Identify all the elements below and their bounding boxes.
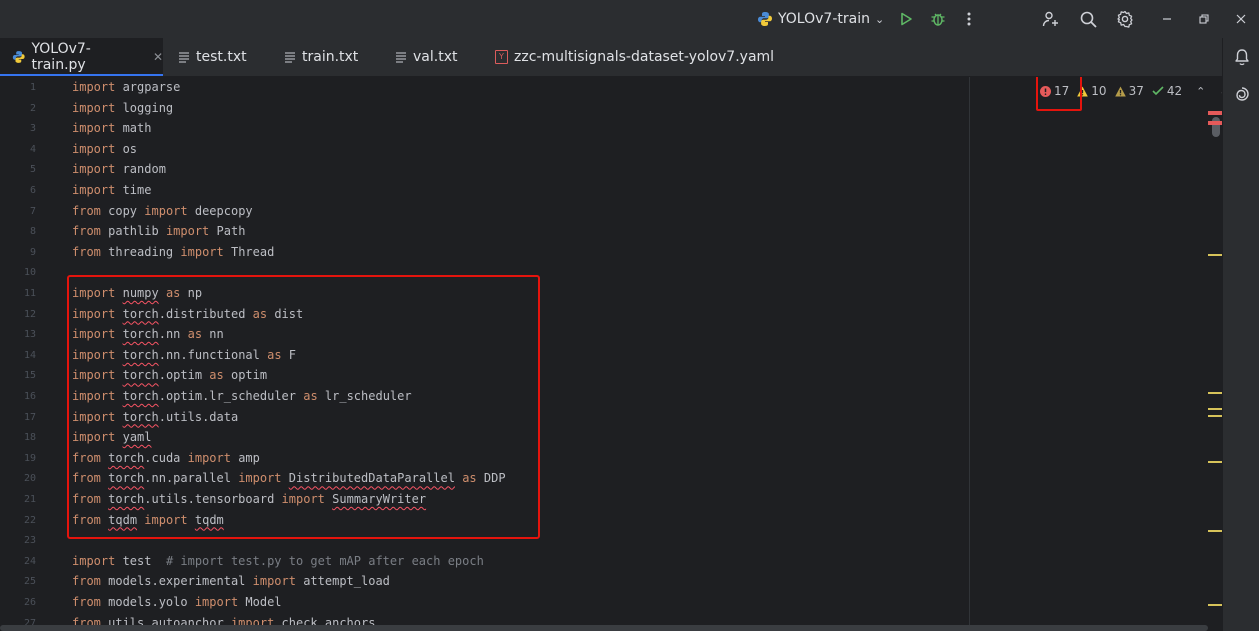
horizontal-scrollbar[interactable]: [0, 625, 1208, 631]
chevron-up-icon[interactable]: ⌃: [1196, 85, 1205, 98]
errors-annotation-box: [1036, 77, 1082, 111]
yaml-file-icon: Y: [495, 50, 508, 64]
search-icon[interactable]: [1078, 9, 1098, 29]
tab-test-txt[interactable]: test.txt: [178, 38, 247, 76]
weak-warning-icon: [1114, 86, 1126, 96]
debug-icon[interactable]: [928, 9, 948, 29]
warning-stripe-mark[interactable]: [1208, 530, 1222, 532]
line-number: 20: [23, 473, 36, 485]
text-file-icon: [179, 52, 189, 63]
chevron-down-icon[interactable]: ⌄: [1219, 85, 1222, 98]
line-number: 7: [29, 205, 36, 217]
line-number: 21: [23, 494, 36, 505]
run-config-selector[interactable]: YOLOv7-train ⌄: [757, 8, 884, 30]
right-tool-strip: [1222, 38, 1259, 631]
warning-stripe-mark[interactable]: [1208, 604, 1222, 606]
line-number: 12: [23, 308, 36, 320]
warnings-count-label: 10: [1091, 84, 1107, 98]
gear-icon[interactable]: [1115, 9, 1135, 29]
tab-label: YOLOv7-train.py: [31, 41, 91, 73]
line-number: 18: [23, 432, 36, 444]
more-options-icon[interactable]: [959, 9, 979, 29]
line-number: 26: [23, 597, 36, 608]
code-line[interactable]: from pathlib import Path: [72, 221, 245, 241]
close-tab-icon[interactable]: ✕: [153, 50, 163, 64]
code-line[interactable]: import argparse: [72, 77, 180, 97]
line-number: 3: [29, 123, 36, 135]
typos-count[interactable]: 42: [1152, 84, 1182, 98]
text-file-icon: [285, 52, 295, 63]
line-number: 9: [29, 246, 36, 258]
editor-tab-bar: YOLOv7-train.py ✕ test.txt train.txt val…: [0, 38, 1222, 77]
right-margin-guide: [969, 77, 970, 631]
python-icon: [12, 51, 25, 63]
minimize-icon[interactable]: [1157, 9, 1177, 29]
vertical-scrollbar-thumb[interactable]: [1212, 117, 1220, 137]
code-line[interactable]: import os: [72, 139, 137, 159]
tab-label: val.txt: [413, 49, 458, 65]
line-number: 8: [29, 226, 36, 238]
line-number: 4: [29, 143, 36, 155]
error-stripe-mark[interactable]: [1208, 121, 1222, 125]
line-number: 22: [23, 514, 36, 526]
warning-stripe-mark[interactable]: [1208, 408, 1222, 410]
line-number: 25: [23, 576, 36, 588]
add-user-icon[interactable]: [1041, 9, 1061, 29]
tab-yaml-file[interactable]: Y zzc-multisignals-dataset-yolov7.yaml: [495, 38, 774, 76]
warning-stripe-mark[interactable]: [1208, 461, 1222, 463]
title-bar: YOLOv7-train ⌄: [0, 0, 1259, 38]
weak-warnings-count-label: 37: [1128, 84, 1144, 98]
notifications-bell-icon[interactable]: [1233, 48, 1251, 66]
code-line[interactable]: from copy import deepcopy: [72, 201, 253, 221]
line-number: 1: [29, 82, 36, 93]
run-config-label: YOLOv7-train: [778, 11, 870, 27]
warning-stripe-mark[interactable]: [1208, 392, 1222, 394]
tab-val-txt[interactable]: val.txt: [395, 38, 457, 76]
tab-label: zzc-multisignals-dataset-yolov7.yaml: [514, 49, 775, 65]
code-line[interactable]: from models.experimental import attempt_…: [72, 571, 390, 591]
close-window-icon[interactable]: [1231, 9, 1251, 29]
line-number: 23: [23, 535, 36, 547]
code-line[interactable]: import logging: [72, 98, 173, 118]
tab-label: test.txt: [196, 49, 247, 65]
code-line[interactable]: from threading import Thread: [72, 242, 274, 262]
code-line[interactable]: import random: [72, 159, 166, 179]
code-editor[interactable]: 1 2 3 4 5 6 7 8 9 10 11 12 13 14 15 16 17 18 19 20 21 22 23 24 2…: [0, 77, 1222, 631]
warning-stripe-mark[interactable]: [1208, 415, 1222, 417]
code-line[interactable]: import test # import test.py to get mAP …: [72, 551, 484, 571]
code-line[interactable]: import time: [72, 180, 151, 200]
code-line[interactable]: import math: [72, 118, 151, 138]
line-number: 24: [23, 555, 36, 567]
line-number: 17: [23, 411, 36, 423]
line-number: 10: [23, 267, 36, 279]
line-number: 14: [23, 349, 36, 361]
line-number-gutter: 1 2 3 4 5 6 7 8 9 10 11 12 13 14 15 16 17 18 19 20 21 22 23 24 2…: [0, 77, 60, 631]
tab-yolov7-train-py[interactable]: YOLOv7-train.py ✕: [0, 38, 163, 76]
restore-icon[interactable]: [1194, 9, 1214, 29]
typo-check-icon: [1152, 86, 1164, 96]
ai-assistant-spiral-icon[interactable]: [1233, 85, 1251, 103]
tab-train-txt[interactable]: train.txt: [284, 38, 358, 76]
python-icon: [758, 12, 772, 26]
line-number: 2: [29, 102, 36, 114]
line-number: 16: [23, 391, 36, 402]
weak-warnings-count[interactable]: 37: [1114, 84, 1144, 98]
line-number: 19: [23, 452, 36, 464]
line-number: 5: [29, 164, 36, 176]
line-number: 13: [23, 329, 36, 341]
tab-label: train.txt: [302, 49, 359, 65]
chevron-down-icon: ⌄: [874, 12, 885, 26]
code-line[interactable]: from models.yolo import Model: [72, 592, 282, 612]
text-file-icon: [396, 52, 406, 63]
line-number: 11: [23, 288, 36, 299]
typos-count-label: 42: [1166, 84, 1183, 98]
line-number: 15: [23, 370, 36, 382]
run-icon[interactable]: [896, 9, 916, 29]
error-stripe-mark[interactable]: [1208, 111, 1222, 115]
annotation-highlight-box: [67, 275, 540, 539]
line-number: 6: [29, 185, 36, 196]
warning-stripe-mark[interactable]: [1208, 254, 1222, 256]
